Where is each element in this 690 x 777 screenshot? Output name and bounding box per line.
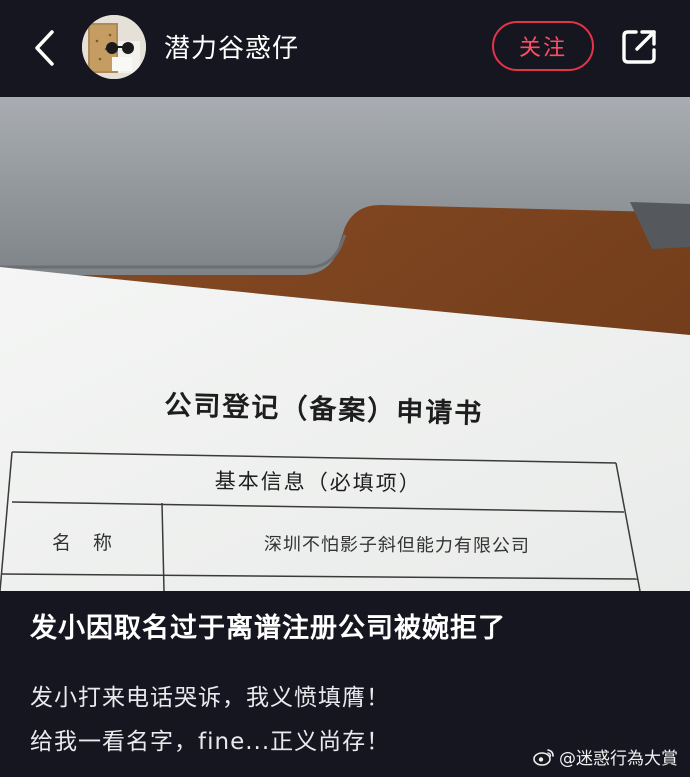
top-bar: 潜力谷惑仔 关注 (0, 0, 690, 97)
back-arrow-icon[interactable] (28, 26, 62, 70)
caption-line-1: 发小打来电话哭诉，我义愤填膺！ (30, 685, 390, 711)
avatar[interactable] (82, 15, 146, 79)
caption-line-2: 给我一看名字，fine...正义尚存！ (30, 729, 391, 755)
company-name-value: 深圳不怕影子斜但能力有限公司 (263, 533, 530, 557)
watermark: @迷惑行為大賞 (533, 744, 678, 769)
post-caption: 发小因取名过于离谱注册公司被婉拒了 发小打来电话哭诉，我义愤填膺！ 给我一看名字… (0, 591, 690, 777)
username[interactable]: 潜力谷惑仔 (164, 28, 299, 65)
post-photo[interactable]: 公司登记（备案）申请书 基本信息（必填项） 名称 深圳不怕影子斜但能力有限公司 (0, 97, 690, 591)
field-label: 名称 (52, 532, 135, 554)
follow-button[interactable]: 关注 (492, 21, 594, 71)
share-icon[interactable] (620, 28, 658, 66)
section-title: 基本信息（必填项） (214, 468, 422, 496)
weibo-icon (533, 748, 554, 766)
watermark-text: @迷惑行為大賞 (559, 749, 678, 769)
post-title: 发小因取名过于离谱注册公司被婉拒了 (30, 613, 506, 644)
